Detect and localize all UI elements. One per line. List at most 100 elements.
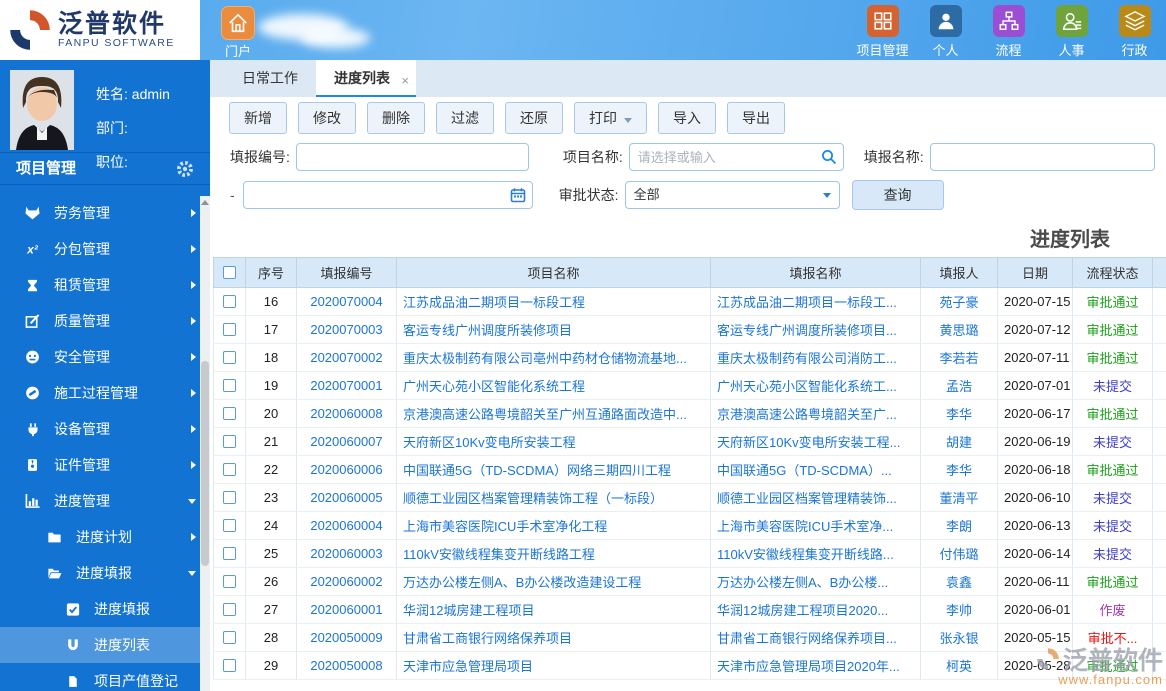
cell-person[interactable]: 柯英: [946, 659, 972, 674]
cell-report-no[interactable]: 2020050009: [310, 630, 382, 645]
cell-report-no[interactable]: 2020070001: [310, 378, 382, 393]
cell-project-name[interactable]: 中国联通5G（TD-SCDMA）网络三期四川工程: [403, 463, 671, 478]
toolbar-button-8[interactable]: 导出: [727, 101, 785, 134]
cell-report-no[interactable]: 2020070003: [310, 322, 382, 337]
tab-progress-list[interactable]: 进度列表 ×: [316, 60, 416, 97]
cell-person[interactable]: 黄思璐: [939, 323, 978, 338]
cell-project-name[interactable]: 万达办公楼左侧A、B办公楼改造建设工程: [403, 575, 641, 590]
row-checkbox[interactable]: [223, 547, 236, 560]
cell-report-name[interactable]: 重庆太极制药有限公司消防工...: [717, 351, 897, 366]
cell-project-name[interactable]: 天府新区10Kv变电所安装工程: [403, 435, 576, 450]
cell-person[interactable]: 李华: [946, 463, 972, 478]
row-checkbox[interactable]: [223, 323, 236, 336]
cell-project-name[interactable]: 重庆太极制药有限公司亳州中药材仓储物流基地...: [403, 351, 687, 366]
toolbar-button-5[interactable]: 还原: [505, 101, 563, 134]
row-checkbox[interactable]: [223, 407, 236, 420]
approval-status-select[interactable]: 全部: [624, 181, 840, 209]
cell-person[interactable]: 孟浩: [946, 379, 972, 394]
nav-portal[interactable]: 门户: [216, 6, 260, 60]
row-checkbox[interactable]: [223, 491, 236, 504]
row-checkbox[interactable]: [223, 379, 236, 392]
row-checkbox[interactable]: [223, 659, 236, 672]
row-checkbox[interactable]: [223, 435, 236, 448]
cell-person[interactable]: 李帅: [946, 603, 972, 618]
cell-report-name[interactable]: 客运专线广州调度所装修项目...: [717, 323, 897, 338]
project-name-input[interactable]: [628, 143, 844, 171]
cell-report-no[interactable]: 2020060003: [310, 546, 382, 561]
cell-person[interactable]: 李若若: [939, 351, 978, 366]
row-checkbox[interactable]: [223, 519, 236, 532]
sidebar-scrollbar[interactable]: [200, 196, 210, 691]
cell-report-name[interactable]: 天津市应急管理局项目2020年...: [717, 659, 900, 674]
row-checkbox[interactable]: [223, 351, 236, 364]
sidebar-item-劳务管理[interactable]: 劳务管理: [0, 195, 210, 231]
row-checkbox[interactable]: [223, 631, 236, 644]
select-all-checkbox[interactable]: [223, 266, 236, 279]
toolbar-button-4[interactable]: 过滤: [436, 101, 494, 134]
cell-person[interactable]: 付伟璐: [939, 547, 978, 562]
cell-person[interactable]: 张永银: [939, 631, 978, 646]
query-button[interactable]: 查询: [851, 180, 944, 210]
cell-project-name[interactable]: 天津市应急管理局项目: [403, 659, 533, 674]
cell-project-name[interactable]: 江苏成品油二期项目一标段工程: [403, 295, 585, 310]
sidebar-item-安全管理[interactable]: 安全管理: [0, 339, 210, 375]
cell-report-no[interactable]: 2020060005: [310, 490, 382, 505]
nav-project-management[interactable]: 项目管理: [851, 5, 914, 59]
cell-report-name[interactable]: 广州天心苑小区智能化系统工...: [717, 379, 897, 394]
sidebar-item-证件管理[interactable]: 证件管理: [0, 447, 210, 483]
cell-project-name[interactable]: 上海市美容医院ICU手术室净化工程: [403, 519, 607, 534]
sidebar-item-设备管理[interactable]: 设备管理: [0, 411, 210, 447]
cell-person[interactable]: 袁鑫: [946, 575, 972, 590]
toolbar-button-3[interactable]: 删除: [367, 101, 425, 134]
cell-report-name[interactable]: 110kV安徽线程集变开断线路...: [717, 547, 894, 562]
cell-report-no[interactable]: 2020060007: [310, 434, 382, 449]
cell-report-name[interactable]: 上海市美容医院ICU手术室净...: [717, 519, 893, 534]
cell-report-no[interactable]: 2020060004: [310, 518, 382, 533]
cell-report-no[interactable]: 2020070004: [310, 294, 382, 309]
report-name-input[interactable]: [929, 143, 1155, 171]
cell-project-name[interactable]: 京港澳高速公路粤境韶关至广州互通路面改造中...: [403, 407, 687, 422]
cell-project-name[interactable]: 110kV安徽线程集变开断线路工程: [403, 547, 595, 562]
nav-hr[interactable]: 人事: [1040, 5, 1103, 59]
sidebar-item-质量管理[interactable]: 质量管理: [0, 303, 210, 339]
cell-project-name[interactable]: 顺德工业园区档案管理精装饰工程（一标段）: [403, 491, 663, 506]
sidebar-item-租赁管理[interactable]: 租赁管理: [0, 267, 210, 303]
cell-person[interactable]: 李华: [946, 407, 972, 422]
sidebar-item-项目产值登记[interactable]: 项目产值登记: [0, 663, 210, 691]
cell-report-no[interactable]: 2020060001: [310, 602, 382, 617]
cell-report-name[interactable]: 天府新区10Kv变电所安装工程...: [717, 435, 900, 450]
cell-report-name[interactable]: 中国联通5G（TD-SCDMA）...: [717, 463, 892, 478]
nav-administration[interactable]: 行政: [1103, 5, 1166, 59]
cell-report-name[interactable]: 万达办公楼左侧A、B办公楼...: [717, 575, 888, 590]
toolbar-button-2[interactable]: 修改: [298, 101, 356, 134]
row-checkbox[interactable]: [223, 295, 236, 308]
cell-report-name[interactable]: 京港澳高速公路粤境韶关至广...: [717, 407, 897, 422]
toolbar-button-7[interactable]: 导入: [658, 101, 716, 134]
toolbar-button-1[interactable]: 新增: [229, 101, 287, 134]
cell-person[interactable]: 苑子豪: [939, 295, 978, 310]
cell-project-name[interactable]: 广州天心苑小区智能化系统工程: [403, 379, 585, 394]
gear-icon[interactable]: [176, 160, 194, 178]
sidebar-item-施工过程管理[interactable]: 施工过程管理: [0, 375, 210, 411]
tab-close-icon[interactable]: ×: [401, 62, 409, 99]
cell-report-name[interactable]: 甘肃省工商银行网络保养项目...: [717, 631, 897, 646]
row-checkbox[interactable]: [223, 575, 236, 588]
tab-daily-work[interactable]: 日常工作: [224, 60, 316, 97]
cell-project-name[interactable]: 甘肃省工商银行网络保养项目: [403, 631, 572, 646]
cell-person[interactable]: 董清平: [939, 491, 978, 506]
nav-workflow[interactable]: 流程: [977, 5, 1040, 59]
cell-report-no[interactable]: 2020060006: [310, 462, 382, 477]
toolbar-button-6[interactable]: 打印: [574, 101, 647, 134]
cell-person[interactable]: 李朗: [946, 519, 972, 534]
row-checkbox[interactable]: [223, 463, 236, 476]
cell-report-no[interactable]: 2020060002: [310, 574, 382, 589]
cell-report-no[interactable]: 2020060008: [310, 406, 382, 421]
cell-report-name[interactable]: 江苏成品油二期项目一标段工...: [717, 295, 897, 310]
sidebar-item-进度管理[interactable]: 进度管理: [0, 483, 210, 519]
sidebar-item-进度列表[interactable]: 进度列表: [0, 627, 210, 663]
nav-personal[interactable]: 个人: [914, 5, 977, 59]
row-checkbox[interactable]: [223, 603, 236, 616]
calendar-icon[interactable]: [510, 187, 526, 203]
scrollbar-up-arrow-icon[interactable]: [201, 200, 209, 205]
cell-report-name[interactable]: 华润12城房建工程项目2020...: [717, 603, 888, 618]
